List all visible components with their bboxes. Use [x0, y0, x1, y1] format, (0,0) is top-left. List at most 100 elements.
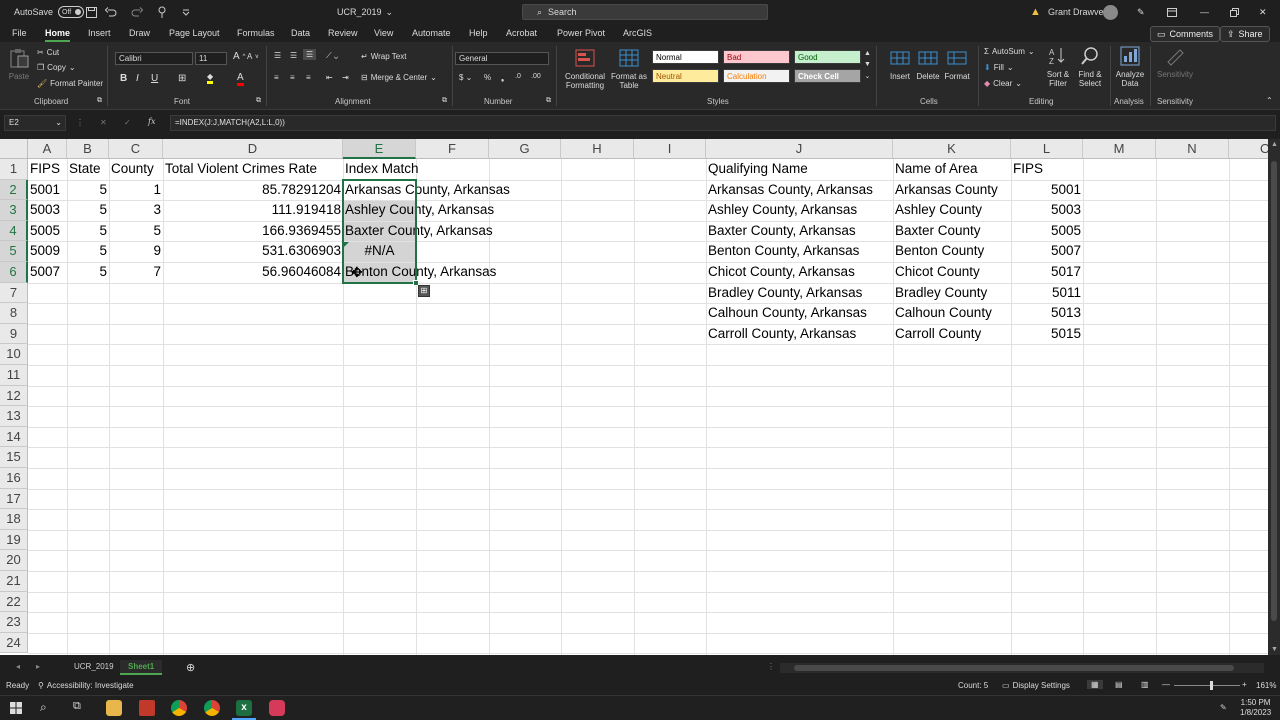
more-options-icon[interactable]: ⋮: [76, 118, 84, 127]
cell-k5[interactable]: Benton County: [893, 241, 986, 261]
decrease-indent-icon[interactable]: ⇤: [326, 73, 333, 82]
user-name[interactable]: Grant Drawve: [1048, 0, 1104, 24]
column-header-n[interactable]: N: [1156, 139, 1229, 159]
pen-icon[interactable]: ✎: [1137, 0, 1145, 24]
cell-d2[interactable]: 85.78291204: [163, 180, 343, 200]
style-good[interactable]: Good: [794, 50, 861, 64]
sheet-tab-ucr-2019[interactable]: UCR_2019: [66, 660, 122, 675]
document-title[interactable]: UCR_2019 ⌄: [337, 0, 393, 24]
row-header-22[interactable]: 22: [0, 591, 28, 613]
cell-k1[interactable]: Name of Area: [893, 159, 980, 179]
row-header-11[interactable]: 11: [0, 365, 28, 386]
insert-function-icon[interactable]: fx: [148, 117, 155, 126]
cell-b4[interactable]: 5: [67, 221, 109, 241]
row-header-7[interactable]: 7: [0, 282, 28, 304]
tab-automate[interactable]: Automate: [412, 26, 451, 42]
insert-cells-button[interactable]: Insert: [886, 48, 914, 81]
undo-icon[interactable]: [105, 0, 117, 24]
paste-button[interactable]: Paste: [6, 48, 32, 81]
page-layout-view-icon[interactable]: ▤: [1115, 680, 1123, 689]
cell-a6[interactable]: 5007: [28, 262, 62, 282]
cell-j1[interactable]: Qualifying Name: [706, 159, 810, 179]
tab-insert[interactable]: Insert: [88, 26, 111, 42]
row-header-19[interactable]: 19: [0, 529, 28, 551]
copy-button[interactable]: ❐ Copy ⌄: [37, 63, 76, 72]
align-top-icon[interactable]: ☰: [274, 51, 281, 60]
align-left-icon[interactable]: ≡: [274, 73, 279, 82]
row-header-23[interactable]: 23: [0, 612, 28, 633]
cell-a4[interactable]: 5005: [28, 221, 62, 241]
new-sheet-icon[interactable]: ⊕: [186, 661, 195, 674]
percent-icon[interactable]: %: [484, 73, 491, 82]
row-header-14[interactable]: 14: [0, 426, 28, 448]
row-header-2[interactable]: 2: [0, 179, 28, 201]
cut-button[interactable]: ✂ Cut: [37, 48, 59, 57]
cell-d4[interactable]: 166.9369455: [163, 221, 343, 241]
cell-j8[interactable]: Calhoun County, Arkansas: [706, 303, 869, 323]
cell-c6[interactable]: 7: [109, 262, 163, 282]
warning-icon[interactable]: ▲: [1030, 0, 1041, 24]
cell-l4[interactable]: 5005: [1011, 221, 1083, 241]
column-header-j[interactable]: J: [706, 139, 893, 159]
increase-indent-icon[interactable]: ⇥: [342, 73, 349, 82]
cell-k9[interactable]: Carroll County: [893, 324, 983, 344]
share-button[interactable]: ⇪ Share: [1220, 26, 1270, 42]
cell-l3[interactable]: 5003: [1011, 200, 1083, 220]
collapse-ribbon-icon[interactable]: ⌃: [1266, 96, 1273, 105]
merge-center-button[interactable]: ⊟ Merge & Center ⌄: [361, 73, 437, 82]
cell-c4[interactable]: 5: [109, 221, 163, 241]
underline-button[interactable]: U: [151, 73, 158, 84]
cell-e4[interactable]: Baxter County, Arkansas: [343, 221, 495, 241]
touch-mode-icon[interactable]: [156, 0, 168, 24]
search-icon[interactable]: ⌕: [40, 700, 56, 716]
column-header-i[interactable]: I: [634, 139, 706, 159]
search-box[interactable]: ⌕ Search: [522, 4, 768, 20]
prev-sheet-icon[interactable]: ◂: [16, 662, 20, 671]
autosum-button[interactable]: Σ AutoSum ⌄: [984, 47, 1035, 56]
vertical-scrollbar[interactable]: ▲ ▼: [1268, 139, 1280, 655]
row-header-24[interactable]: 24: [0, 632, 28, 654]
font-color-icon[interactable]: A: [237, 72, 244, 86]
screen-recorder-icon[interactable]: [269, 700, 285, 716]
zoom-in-icon[interactable]: +: [1242, 680, 1247, 689]
cell-b5[interactable]: 5: [67, 241, 109, 261]
tab-review[interactable]: Review: [328, 26, 358, 42]
customize-toolbar-icon[interactable]: [182, 0, 190, 24]
cell-c1[interactable]: County: [109, 159, 156, 179]
cell-d1[interactable]: Total Violent Crimes Rate: [163, 159, 319, 179]
excel-icon[interactable]: x: [236, 700, 252, 716]
tab-home[interactable]: Home: [45, 26, 71, 42]
cell-k6[interactable]: Chicot County: [893, 262, 982, 282]
autosave-control[interactable]: AutoSave Off: [14, 0, 85, 24]
row-header-9[interactable]: 9: [0, 323, 28, 345]
tab-arcgis[interactable]: ArcGIS: [623, 26, 652, 42]
cell-d5[interactable]: 531.6306903: [163, 241, 343, 261]
row-header-21[interactable]: 21: [0, 571, 28, 592]
clear-button[interactable]: ◆ Clear ⌄: [984, 79, 1022, 88]
cell-k4[interactable]: Baxter County: [893, 221, 983, 241]
worksheet-grid[interactable]: A B C D E F G H I J K L M N O 1 2 3 4 5 6 7 8 9 10 11 12 13 14 15 16 17…: [0, 139, 1268, 655]
cell-e6[interactable]: Benton County, Arkansas: [343, 262, 498, 282]
comments-button[interactable]: ▭ Comments: [1150, 26, 1221, 42]
scroll-down-icon[interactable]: ▼: [1271, 646, 1278, 653]
cell-k7[interactable]: Bradley County: [893, 283, 989, 303]
column-header-o[interactable]: O: [1229, 139, 1268, 159]
row-header-3[interactable]: 3: [0, 200, 28, 221]
conditional-formatting-button[interactable]: Conditional Formatting: [561, 48, 609, 90]
restore-icon[interactable]: [1230, 0, 1239, 24]
styles-scroll-icon[interactable]: ▲ ▼ ⌄: [864, 50, 871, 80]
cell-k8[interactable]: Calhoun County: [893, 303, 994, 323]
cell-b3[interactable]: 5: [67, 200, 109, 220]
file-explorer-icon[interactable]: [106, 700, 122, 716]
row-header-17[interactable]: 17: [0, 488, 28, 510]
cell-e2[interactable]: Arkansas County, Arkansas: [343, 180, 512, 200]
font-name-combo[interactable]: Calibri: [115, 52, 193, 65]
bold-button[interactable]: B: [120, 73, 127, 84]
cell-d3[interactable]: 111.919418: [163, 200, 343, 220]
select-all-corner[interactable]: [0, 139, 28, 159]
sort-filter-button[interactable]: AZ Sort & Filter: [1042, 46, 1074, 88]
format-as-table-button[interactable]: Format as Table: [610, 48, 648, 90]
tab-acrobat[interactable]: Acrobat: [506, 26, 537, 42]
row-header-16[interactable]: 16: [0, 468, 28, 489]
column-header-m[interactable]: M: [1083, 139, 1156, 159]
